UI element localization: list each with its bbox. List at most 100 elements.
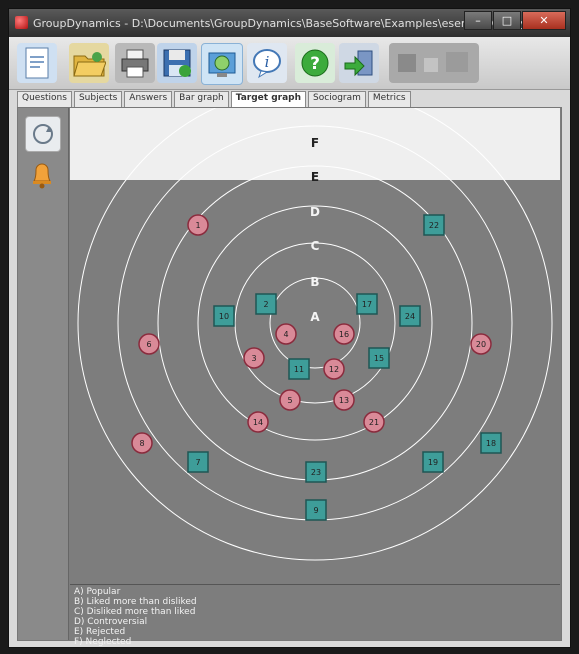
subject-node-12[interactable]: 12 xyxy=(323,358,345,380)
legend: A) Popular B) Liked more than disliked C… xyxy=(70,584,560,647)
extra-toolbar-button[interactable] xyxy=(389,43,479,83)
subject-node-17-label: 17 xyxy=(362,300,372,309)
refresh-button[interactable] xyxy=(25,116,61,152)
save-button[interactable] xyxy=(157,43,197,83)
subject-node-22[interactable]: 22 xyxy=(423,214,445,236)
subject-node-9[interactable]: 9 xyxy=(305,499,327,521)
subject-node-5-label: 5 xyxy=(287,396,292,405)
subject-node-12-label: 12 xyxy=(329,365,339,374)
minimize-button[interactable]: – xyxy=(464,11,492,30)
refresh-icon xyxy=(33,124,53,144)
title-bar: GroupDynamics - D:\Documents\GroupDynami… xyxy=(9,9,570,37)
subject-node-16[interactable]: 16 xyxy=(333,323,355,345)
legend-item-b: B) Liked more than disliked xyxy=(74,597,197,607)
subject-node-15-label: 15 xyxy=(374,354,384,363)
tab-sociogram[interactable]: Sociogram xyxy=(308,91,366,107)
subject-node-4-label: 4 xyxy=(283,330,288,339)
legend-item-c: C) Disliked more than liked xyxy=(74,607,196,617)
sidebar xyxy=(18,108,69,640)
printer-icon xyxy=(121,49,149,78)
subject-node-24[interactable]: 24 xyxy=(399,305,421,327)
subject-node-18[interactable]: 18 xyxy=(480,432,502,454)
legend-item-e: E) Rejected xyxy=(74,627,126,637)
subject-node-6[interactable]: 6 xyxy=(138,333,160,355)
open-button[interactable] xyxy=(69,43,109,83)
app-icon xyxy=(15,16,28,29)
close-button[interactable]: ✕ xyxy=(522,11,566,30)
ring-label-c: C xyxy=(311,239,320,253)
tab-subjects[interactable]: Subjects xyxy=(73,91,123,107)
window-title: GroupDynamics - D:\Documents\GroupDynami… xyxy=(33,17,534,30)
tab-questions[interactable]: Questions xyxy=(17,91,72,107)
toolbar-icon xyxy=(398,52,468,72)
tab-metrics[interactable]: Metrics xyxy=(367,91,411,107)
subject-node-24-label: 24 xyxy=(405,312,415,321)
app-window: GroupDynamics - D:\Documents\GroupDynami… xyxy=(8,8,571,648)
target-graph-panel: A B C D E F 1 22 10 2 17 24 4 16 6 20 3 11 12 15 5 13 14 21 8 18… xyxy=(17,107,562,647)
subject-node-20[interactable]: 20 xyxy=(470,333,492,355)
subject-node-5[interactable]: 5 xyxy=(279,389,301,411)
window-controls: – □ ✕ xyxy=(464,11,566,30)
exit-button[interactable] xyxy=(339,43,379,83)
subject-node-19[interactable]: 19 xyxy=(422,451,444,473)
tab-strip: Questions Subjects Answers Bar graph Tar… xyxy=(17,91,413,107)
subject-node-13-label: 13 xyxy=(339,396,349,405)
bell-button[interactable] xyxy=(25,158,59,192)
subject-node-10-label: 10 xyxy=(219,312,229,321)
globe-icon xyxy=(208,52,236,77)
subject-node-11[interactable]: 11 xyxy=(288,358,310,380)
subject-node-2[interactable]: 2 xyxy=(255,293,277,315)
exit-door-icon xyxy=(344,50,373,77)
subject-node-4[interactable]: 4 xyxy=(275,323,297,345)
subject-node-7[interactable]: 7 xyxy=(187,451,209,473)
subject-node-14[interactable]: 14 xyxy=(247,411,269,433)
tab-target-graph[interactable]: Target graph xyxy=(230,91,307,107)
svg-text:i: i xyxy=(265,53,270,71)
subject-node-11-label: 11 xyxy=(294,365,304,374)
subject-node-1[interactable]: 1 xyxy=(187,214,209,236)
info-button[interactable]: i xyxy=(247,43,287,83)
subject-node-9-label: 9 xyxy=(313,506,318,515)
legend-item-d: D) Controversial xyxy=(74,617,148,627)
info-icon: i xyxy=(253,49,281,79)
target-graph: A B C D E F 1 22 10 2 17 24 4 16 6 20 3 11 12 15 5 13 14 21 8 18… xyxy=(70,108,560,583)
subject-node-21-label: 21 xyxy=(369,418,379,427)
svg-text:?: ? xyxy=(310,54,320,74)
subject-node-3-label: 3 xyxy=(251,354,256,363)
tab-answers[interactable]: Answers xyxy=(124,91,173,107)
maximize-button[interactable]: □ xyxy=(493,11,521,30)
ring-label-a: A xyxy=(310,310,320,324)
subject-node-6-label: 6 xyxy=(146,340,151,349)
subject-node-13[interactable]: 13 xyxy=(333,389,355,411)
subject-node-17[interactable]: 17 xyxy=(356,293,378,315)
legend-item-a: A) Popular xyxy=(74,587,121,597)
ring-label-f: F xyxy=(311,136,319,150)
target-graph-canvas: A B C D E F 1 22 10 2 17 24 4 16 6 20 3 11 12 15 5 13 14 21 8 18… xyxy=(70,108,560,583)
new-document-button[interactable] xyxy=(17,43,57,83)
subject-node-8[interactable]: 8 xyxy=(131,432,153,454)
subject-node-23-label: 23 xyxy=(311,468,321,477)
subject-node-15[interactable]: 15 xyxy=(368,347,390,369)
subject-node-14-label: 14 xyxy=(253,418,263,427)
print-button[interactable] xyxy=(115,43,155,83)
subject-node-8-label: 8 xyxy=(139,439,144,448)
ring-label-e: E xyxy=(311,170,319,184)
subject-node-16-label: 16 xyxy=(339,330,349,339)
subject-node-21[interactable]: 21 xyxy=(363,411,385,433)
subject-node-7-label: 7 xyxy=(195,458,200,467)
ring-label-d: D xyxy=(310,205,320,219)
globe-button[interactable] xyxy=(201,43,243,85)
subject-node-23[interactable]: 23 xyxy=(305,461,327,483)
bell-icon xyxy=(33,163,51,189)
subject-node-10[interactable]: 10 xyxy=(213,305,235,327)
subject-node-19-label: 19 xyxy=(428,458,438,467)
subject-node-18-label: 18 xyxy=(486,439,496,448)
subject-node-2-label: 2 xyxy=(263,300,268,309)
legend-item-f: F) Neglected xyxy=(74,637,132,647)
subject-node-3[interactable]: 3 xyxy=(243,347,265,369)
help-button[interactable]: ? xyxy=(295,43,335,83)
subject-node-1-label: 1 xyxy=(195,221,200,230)
save-icon xyxy=(163,49,191,77)
tab-bar-graph[interactable]: Bar graph xyxy=(174,91,229,107)
subject-node-22-label: 22 xyxy=(429,221,439,230)
